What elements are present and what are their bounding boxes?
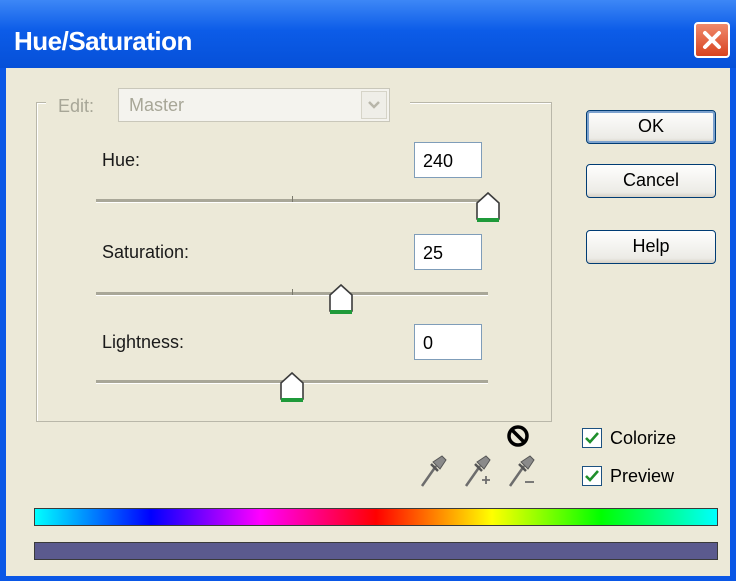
hue-saturation-dialog: Hue/Saturation Edit: Master Hue: 240 Sat… xyxy=(0,0,736,581)
saturation-input[interactable]: 25 xyxy=(414,234,482,270)
edit-dropdown[interactable]: Master xyxy=(118,88,390,122)
preview-checkbox[interactable] xyxy=(582,466,602,486)
input-color-spectrum-bar xyxy=(34,508,718,526)
hue-slider-center-tick xyxy=(292,196,293,202)
cancel-button[interactable]: Cancel xyxy=(586,164,716,198)
edit-label: Edit: xyxy=(58,96,95,116)
checkmark-icon xyxy=(585,432,599,444)
close-button[interactable] xyxy=(694,22,730,58)
edit-dropdown-value: Master xyxy=(129,95,185,115)
title-bar[interactable]: Hue/Saturation xyxy=(0,0,736,68)
output-color-bar xyxy=(34,542,718,560)
saturation-label: Saturation: xyxy=(102,242,190,262)
edit-dropdown-arrow[interactable] xyxy=(361,91,387,119)
preview-label[interactable]: Preview xyxy=(610,466,674,487)
dialog-title: Hue/Saturation xyxy=(14,26,192,56)
lightness-input[interactable]: 0 xyxy=(414,324,482,360)
dialog-body: Edit: Master Hue: 240 Saturation: 25 Lig… xyxy=(6,68,730,576)
saturation-slider-thumb[interactable] xyxy=(328,284,354,316)
eyedropper-plus-icon[interactable] xyxy=(462,450,494,490)
hue-input[interactable]: 240 xyxy=(414,142,482,178)
colorize-label[interactable]: Colorize xyxy=(610,428,676,449)
lightness-label: Lightness: xyxy=(102,332,185,352)
lightness-slider-thumb[interactable] xyxy=(279,372,305,404)
checkmark-icon xyxy=(585,470,599,482)
eyedropper-icon[interactable] xyxy=(418,450,450,490)
hue-slider-thumb[interactable] xyxy=(475,192,501,224)
colorize-checkbox[interactable] xyxy=(582,428,602,448)
saturation-slider-center-tick xyxy=(292,289,293,295)
no-symbol-icon xyxy=(507,425,529,447)
help-button[interactable]: Help xyxy=(586,230,716,264)
close-icon xyxy=(703,31,721,49)
eyedropper-minus-icon[interactable] xyxy=(506,450,538,490)
chevron-down-icon xyxy=(368,101,380,109)
ok-button[interactable]: OK xyxy=(586,110,716,144)
hue-label: Hue: xyxy=(102,150,141,170)
